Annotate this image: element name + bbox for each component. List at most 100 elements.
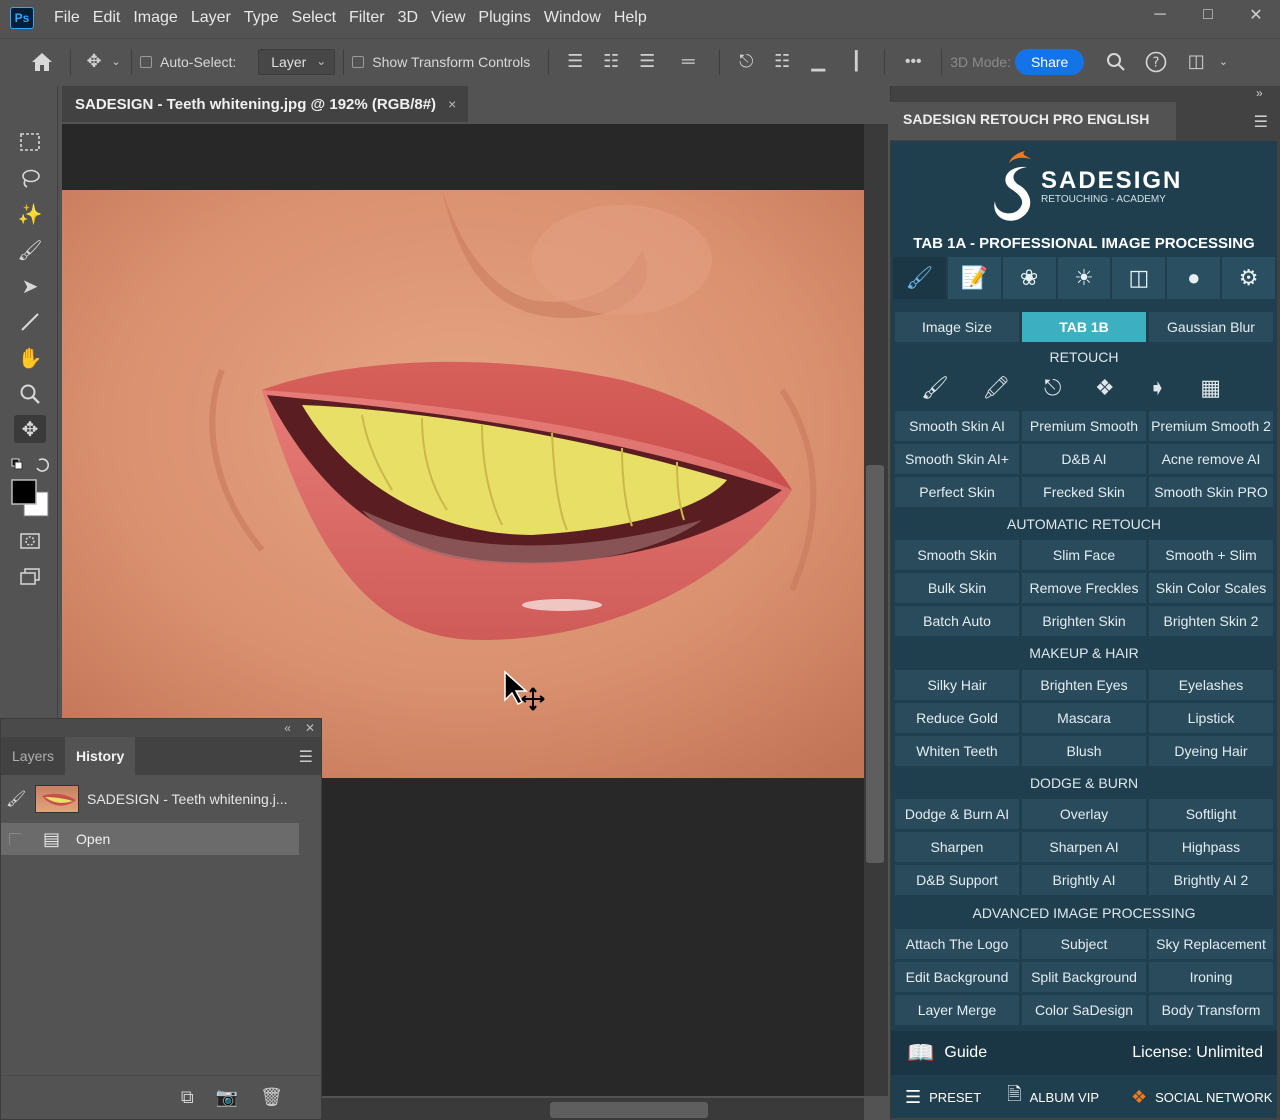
trash-icon[interactable]: 🗑 (260, 1087, 283, 1108)
align-middle-icon[interactable]: ☷ (764, 51, 800, 72)
body-transform-button[interactable]: Body Transform (1149, 995, 1273, 1025)
dyeing-hair-button[interactable]: Dyeing Hair (1149, 736, 1273, 766)
new-document-from-state-icon[interactable]: ⧉ (181, 1087, 194, 1108)
tab-history[interactable]: History (65, 737, 136, 775)
image-size-button[interactable]: Image Size (895, 312, 1019, 342)
horizontal-scroll-thumb[interactable] (550, 1102, 708, 1118)
color-swatches[interactable] (8, 476, 52, 520)
search-icon[interactable] (1096, 52, 1136, 72)
close-window-icon[interactable]: ✕ (1232, 0, 1280, 30)
patch-icon[interactable]: ➧ (1148, 375, 1166, 403)
blush-button[interactable]: Blush (1022, 736, 1146, 766)
db-ai-button[interactable]: D&B AI (1022, 444, 1146, 474)
brighten-skin-button[interactable]: Brighten Skin (1022, 606, 1146, 636)
menu-edit[interactable]: Edit (89, 9, 130, 27)
chevron-down-icon[interactable]: ⌄ (1216, 55, 1230, 68)
sharpen-ai-button[interactable]: Sharpen AI (1022, 832, 1146, 862)
auto-select-dropdown[interactable]: Layer ⌄ (258, 48, 336, 75)
maximize-icon[interactable]: □ (1184, 0, 1232, 30)
layer-merge-button[interactable]: Layer Merge (895, 995, 1019, 1025)
marquee-tool-icon[interactable] (14, 128, 46, 156)
smooth-skin-pro-button[interactable]: Smooth Skin PRO (1149, 477, 1273, 507)
close-panel-icon[interactable]: ✕ (305, 721, 315, 735)
highpass-button[interactable]: Highpass (1149, 832, 1273, 862)
collapse-arrows-icon[interactable]: » (1256, 86, 1263, 100)
bandage-icon[interactable]: ❖ (1095, 375, 1115, 403)
show-transform-checkbox[interactable] (352, 55, 365, 68)
menu-3d[interactable]: 3D (394, 9, 427, 27)
menu-help[interactable]: Help (610, 9, 656, 27)
distribute-icon[interactable]: ═ (665, 51, 711, 72)
panel-menu-icon[interactable]: ☰ (299, 747, 313, 767)
auto-select-checkbox[interactable] (140, 55, 152, 68)
align-top-icon[interactable]: ⎋ (728, 51, 764, 72)
smooth-skin-button[interactable]: Smooth Skin (895, 540, 1019, 570)
remove-freckles-button[interactable]: Remove Freckles (1022, 573, 1146, 603)
frecked-skin-button[interactable]: Frecked Skin (1022, 477, 1146, 507)
path-selection-tool-icon[interactable]: ➤ (14, 272, 46, 300)
acne-remove-ai-button[interactable]: Acne remove AI (1149, 444, 1273, 474)
dodge-burn-ai-button[interactable]: Dodge & Burn AI (895, 799, 1019, 829)
lasso-tool-icon[interactable] (14, 164, 46, 192)
brush-icon[interactable]: 🖌 (921, 375, 949, 403)
hand-tool-icon[interactable]: ✋ (14, 344, 46, 372)
social-network-button[interactable]: ❖ SOCIAL NETWORK (1131, 1087, 1272, 1108)
quick-selection-tool-icon[interactable]: ✨ (14, 200, 46, 228)
settings-tab-icon[interactable]: ⚙ (1222, 257, 1276, 299)
history-state-open[interactable]: ▤ Open (1, 823, 299, 855)
color-circles-tab-icon[interactable]: ● (1167, 257, 1221, 299)
chevron-down-icon[interactable]: ⌄ (109, 55, 123, 68)
history-snapshot[interactable]: 🖌 SADESIGN - Teeth whitening.j... (1, 781, 299, 817)
stamp-icon[interactable]: ⎋ (1044, 375, 1061, 403)
plugin-panel-tab[interactable]: SADESIGN RETOUCH PRO ENGLISH v4.7 (890, 102, 1176, 161)
lipstick-button[interactable]: Lipstick (1149, 703, 1273, 733)
move-tool-icon[interactable]: ✥ (79, 51, 109, 72)
bulk-skin-button[interactable]: Bulk Skin (895, 573, 1019, 603)
brighten-eyes-button[interactable]: Brighten Eyes (1022, 670, 1146, 700)
tab-layers[interactable]: Layers (1, 737, 65, 775)
smooth-skin-ai-button[interactable]: Smooth Skin AI (895, 411, 1019, 441)
chip-icon[interactable]: ▦ (1200, 375, 1221, 403)
history-source-checkbox[interactable] (9, 833, 21, 845)
smooth-skin-ai-plus-button[interactable]: Smooth Skin AI+ (895, 444, 1019, 474)
vertical-scroll-thumb[interactable] (866, 465, 884, 863)
gaussian-blur-button[interactable]: Gaussian Blur (1149, 312, 1273, 342)
menu-window[interactable]: Window (540, 9, 610, 27)
softlight-button[interactable]: Softlight (1149, 799, 1273, 829)
db-support-button[interactable]: D&B Support (895, 865, 1019, 895)
brighten-skin-2-button[interactable]: Brighten Skin 2 (1149, 606, 1273, 636)
align-bottom-icon[interactable]: ▁ (800, 51, 836, 72)
overlay-button[interactable]: Overlay (1022, 799, 1146, 829)
whiten-teeth-button[interactable]: Whiten Teeth (895, 736, 1019, 766)
reduce-gold-button[interactable]: Reduce Gold (895, 703, 1019, 733)
mascara-button[interactable]: Mascara (1022, 703, 1146, 733)
move-tool-icon[interactable]: ✥ (14, 415, 46, 443)
guide-link[interactable]: Guide (944, 1044, 987, 1062)
menu-image[interactable]: Image (129, 9, 186, 27)
eyelashes-button[interactable]: Eyelashes (1149, 670, 1273, 700)
history-brush-icon[interactable]: 🖌 (6, 789, 26, 809)
color-sadesign-button[interactable]: Color SaDesign (1022, 995, 1146, 1025)
camera-icon[interactable]: 📷 (216, 1087, 238, 1108)
collapse-panel-icon[interactable]: « (284, 721, 291, 735)
sky-replacement-button[interactable]: Sky Replacement (1149, 929, 1273, 959)
brightly-ai-2-button[interactable]: Brightly AI 2 (1149, 865, 1273, 895)
attach-logo-button[interactable]: Attach The Logo (895, 929, 1019, 959)
align-right-icon[interactable]: ☰ (629, 51, 665, 72)
document-edit-tab-icon[interactable]: 📝 (947, 257, 1001, 299)
subject-button[interactable]: Subject (1022, 929, 1146, 959)
aperture-tab-icon[interactable]: ❀ (1002, 257, 1056, 299)
menu-select[interactable]: Select (288, 9, 345, 27)
book-icon[interactable]: 📖 (907, 1040, 934, 1066)
minimize-icon[interactable]: ─ (1136, 0, 1184, 30)
distribute-vertical-icon[interactable]: ┃ (836, 51, 876, 72)
menu-layer[interactable]: Layer (187, 9, 240, 27)
menu-file[interactable]: File (50, 9, 89, 27)
edit-background-button[interactable]: Edit Background (895, 962, 1019, 992)
mixer-brush-icon[interactable]: 🖍 (982, 375, 1010, 403)
split-background-button[interactable]: Split Background (1022, 962, 1146, 992)
menu-filter[interactable]: Filter (345, 9, 394, 27)
album-vip-button[interactable]: 🗎 ALBUM VIP (1007, 1082, 1099, 1112)
silky-hair-button[interactable]: Silky Hair (895, 670, 1019, 700)
more-options-icon[interactable]: ••• (893, 53, 933, 71)
